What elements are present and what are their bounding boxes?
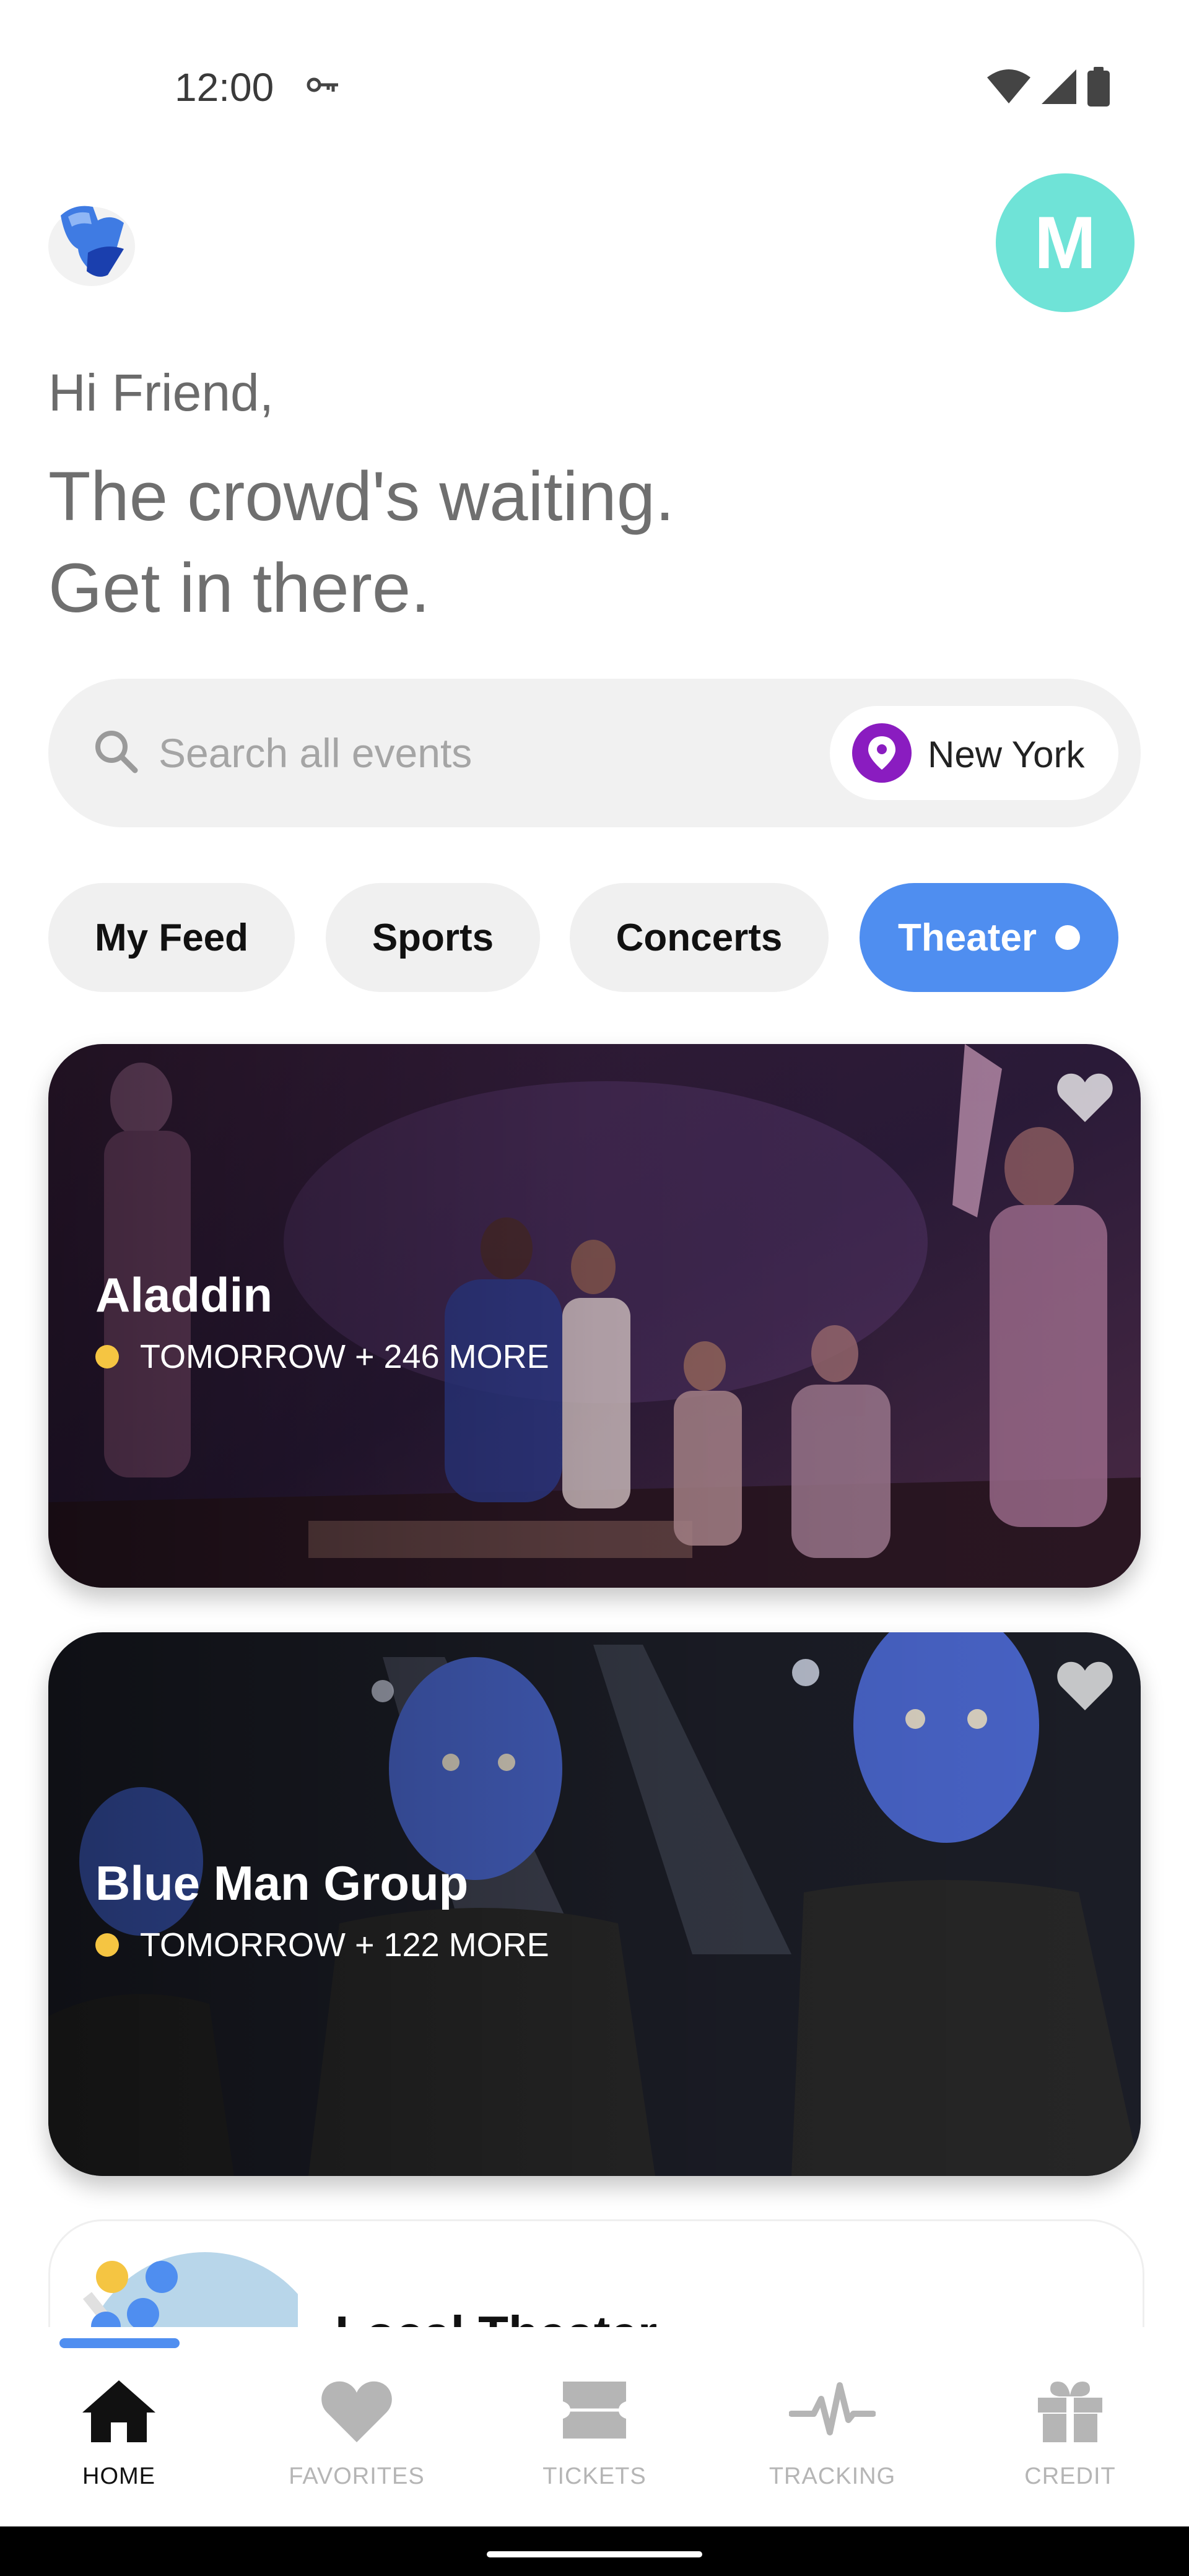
nav-label: HOME: [82, 2463, 155, 2489]
location-pin-icon: [852, 723, 912, 783]
headline: The crowd's waiting. Get in there.: [48, 451, 674, 634]
event-date: TOMORROW + 246 MORE: [95, 1338, 549, 1376]
ticket-icon: [563, 2382, 626, 2439]
status-bar: 12:00: [0, 0, 1189, 149]
tab-label: My Feed: [94, 916, 249, 959]
nav-credit[interactable]: CREDIT: [951, 2377, 1189, 2490]
battery-icon: [1086, 67, 1111, 110]
search-bar[interactable]: Search all events New York: [48, 679, 1141, 827]
event-card-aladdin[interactable]: Aladdin TOMORROW + 246 MORE: [48, 1044, 1141, 1588]
tab-theater[interactable]: Theater: [860, 883, 1118, 992]
tab-my-feed[interactable]: My Feed: [48, 883, 295, 992]
nav-home[interactable]: HOME: [0, 2377, 238, 2490]
greeting-text: Hi Friend,: [48, 363, 274, 422]
vpn-key-icon: [306, 76, 341, 97]
favorite-heart-icon[interactable]: [1055, 1070, 1115, 1126]
event-date: TOMORROW + 122 MORE: [95, 1926, 549, 1964]
app-logo: [43, 192, 142, 291]
heart-icon: [321, 2381, 392, 2442]
nav-tracking[interactable]: TRACKING: [713, 2377, 951, 2490]
wifi-icon: [986, 69, 1032, 108]
bottom-navigation: HOME FAVORITES TICKETS TRACKING CREDIT: [0, 2327, 1189, 2526]
nav-tickets[interactable]: TICKETS: [476, 2377, 713, 2490]
event-title: Aladdin: [95, 1268, 272, 1322]
nav-label: CREDIT: [1024, 2463, 1116, 2489]
tab-label: Sports: [372, 916, 494, 959]
event-title: Blue Man Group: [95, 1856, 469, 1910]
event-card-blue-man-group[interactable]: Blue Man Group TOMORROW + 122 MORE: [48, 1632, 1141, 2176]
location-selector[interactable]: New York: [830, 706, 1118, 800]
gift-icon: [1038, 2382, 1102, 2442]
system-navigation-bar: [0, 2526, 1189, 2576]
search-input[interactable]: Search all events: [159, 729, 472, 777]
active-indicator-dot: [1055, 925, 1080, 950]
nav-label: TICKETS: [542, 2463, 647, 2489]
nav-favorites[interactable]: FAVORITES: [238, 2377, 476, 2490]
tab-sports[interactable]: Sports: [326, 883, 540, 992]
status-dot: [95, 1345, 119, 1368]
status-time: 12:00: [175, 65, 274, 110]
tab-label: Theater: [898, 916, 1037, 959]
nav-label: TRACKING: [769, 2463, 896, 2489]
profile-avatar[interactable]: M: [996, 173, 1135, 312]
home-icon: [82, 2380, 155, 2442]
home-gesture-handle[interactable]: [487, 2551, 702, 2557]
tab-concerts[interactable]: Concerts: [570, 883, 829, 992]
status-icons: [986, 67, 1111, 110]
location-label: New York: [928, 734, 1085, 775]
nav-label: FAVORITES: [289, 2463, 425, 2489]
event-date-text: TOMORROW + 246 MORE: [140, 1338, 549, 1375]
search-icon: [93, 728, 139, 777]
headline-line-1: The crowd's waiting.: [48, 458, 675, 535]
nav-active-indicator: [59, 2338, 180, 2348]
tab-label: Concerts: [616, 916, 783, 959]
event-date-text: TOMORROW + 122 MORE: [140, 1926, 549, 1964]
pulse-icon: [789, 2382, 876, 2435]
status-dot: [95, 1933, 119, 1957]
headline-line-2: Get in there.: [48, 549, 430, 627]
cell-signal-icon: [1040, 68, 1078, 108]
favorite-heart-icon[interactable]: [1055, 1658, 1115, 1715]
